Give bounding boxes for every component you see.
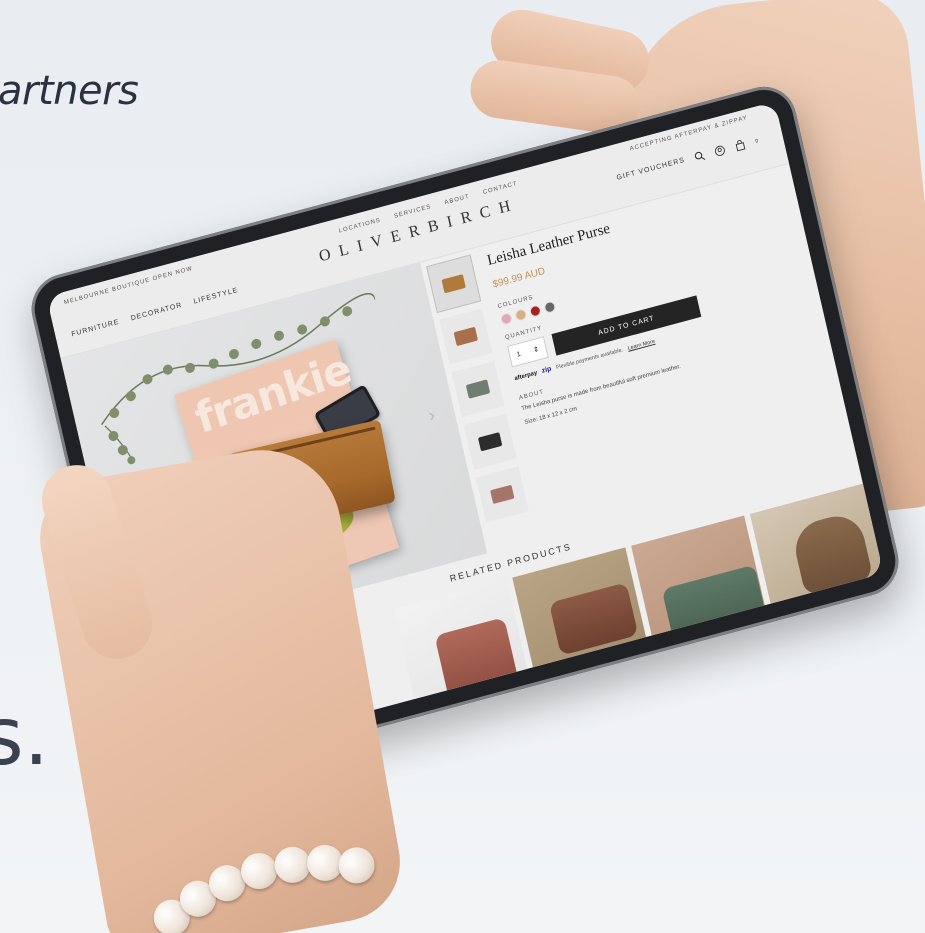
thumbnail-3[interactable] [451, 360, 505, 418]
top-link-services[interactable]: SERVICES [394, 204, 432, 220]
related-bag-image [661, 564, 767, 641]
gift-vouchers-link[interactable]: GIFT VOUCHERS [616, 157, 686, 182]
colour-swatch-red[interactable] [528, 304, 542, 318]
quantity-value: 1 [516, 350, 522, 359]
thumbnail-bag [453, 326, 479, 347]
colour-swatch-grey[interactable] [543, 300, 557, 314]
background-heading-bottom-partial: s. [0, 690, 50, 783]
zip-logo: zip [541, 365, 553, 375]
nav-decorator[interactable]: DECORATOR [130, 302, 183, 323]
quantity-stepper[interactable]: 1 ⇕ [507, 336, 549, 368]
related-product-2[interactable] [512, 547, 652, 693]
related-bag-image [434, 617, 519, 701]
announcement-bar: MELBOURNE BOUTIQUE OPEN NOW [63, 265, 194, 307]
background-heading-partial: artners [0, 68, 139, 114]
colour-swatch-tan[interactable] [514, 308, 528, 322]
thumbnail-bag [465, 379, 491, 399]
learn-more-link[interactable]: Learn More [627, 338, 656, 351]
nav-furniture[interactable]: FURNITURE [71, 319, 120, 339]
cart-count: 0 [754, 137, 760, 145]
related-product-1[interactable] [393, 579, 534, 725]
thumbnail-1[interactable] [426, 254, 482, 314]
related-product-3[interactable] [631, 515, 771, 661]
related-bag-image [548, 582, 639, 656]
top-link-contact[interactable]: CONTACT [482, 181, 518, 196]
search-icon[interactable] [693, 149, 706, 163]
header-actions: GIFT VOUCHERS 0 [616, 135, 761, 184]
gallery-next-arrow[interactable]: › [427, 404, 438, 426]
related-bag-image [790, 509, 874, 597]
thumbnail-5[interactable] [475, 466, 529, 523]
stepper-arrows-icon[interactable]: ⇕ [532, 345, 540, 354]
thumbnail-bag [490, 484, 515, 505]
cart-icon[interactable] [734, 139, 747, 153]
top-link-locations[interactable]: LOCATIONS [338, 218, 381, 235]
thumbnail-bag [477, 432, 503, 452]
nav-lifestyle[interactable]: LIFESTYLE [193, 287, 239, 306]
related-product-4[interactable] [749, 483, 884, 629]
about-label: ABOUT [518, 389, 545, 402]
top-link-about[interactable]: ABOUT [444, 194, 470, 206]
account-icon[interactable] [714, 144, 727, 158]
bracelet-bead [334, 843, 379, 888]
thumbnail-4[interactable] [463, 413, 517, 470]
afterpay-logo: afterpay [513, 369, 538, 382]
thumbnail-bag [441, 274, 466, 294]
thumbnail-2[interactable] [439, 308, 493, 365]
colour-swatch-pink[interactable] [499, 312, 513, 326]
